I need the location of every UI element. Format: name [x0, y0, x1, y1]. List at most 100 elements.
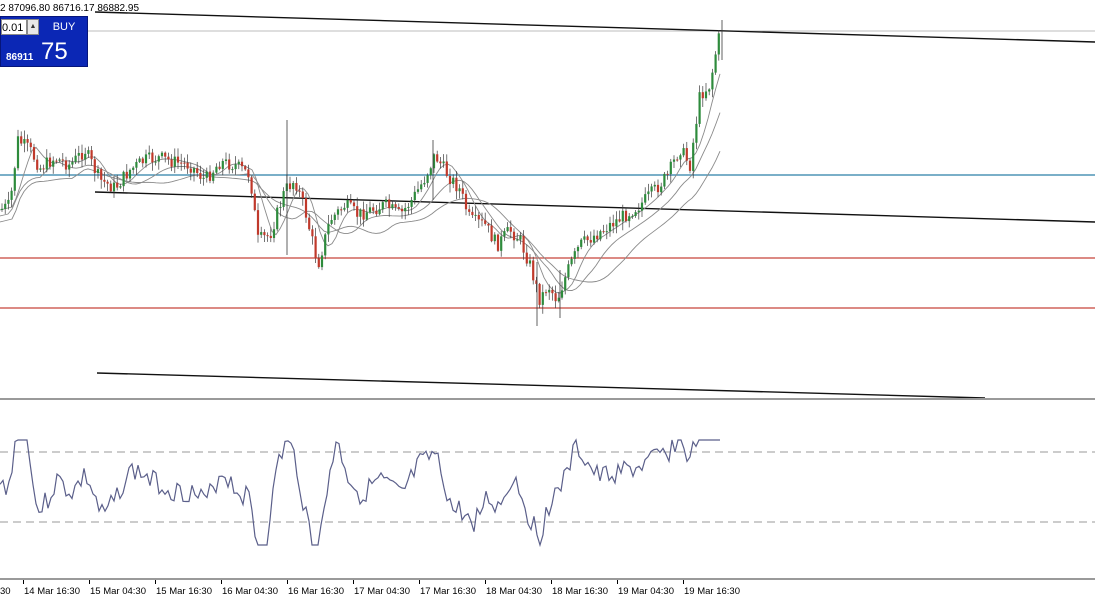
candle-body — [487, 223, 490, 226]
candle-body — [48, 157, 52, 167]
buy-price-pips: 75 — [41, 38, 68, 65]
candle-body — [292, 182, 295, 190]
candle-body — [199, 172, 202, 179]
candle-body — [474, 214, 477, 216]
candle-body — [548, 289, 551, 293]
candle-body — [660, 186, 663, 193]
candle-body — [106, 181, 109, 184]
candle-body — [500, 236, 503, 251]
candle-body — [125, 171, 128, 179]
time-label: 18 Mar 16:30 — [552, 586, 608, 597]
candle-body — [682, 148, 685, 156]
candle-body — [445, 161, 448, 176]
candle-body — [695, 123, 698, 143]
candle-body — [528, 260, 532, 264]
candle-body — [96, 169, 100, 173]
candle-body — [192, 168, 196, 173]
candle-body — [253, 193, 256, 211]
time-label: 16 Mar 04:30 — [222, 586, 278, 597]
candle-body — [282, 191, 285, 207]
candle-body — [352, 202, 356, 207]
candle-body — [404, 207, 407, 212]
candle-body — [372, 207, 375, 211]
candle-body — [151, 152, 154, 163]
candle-body — [519, 235, 522, 240]
time-tick — [683, 580, 684, 584]
candle-body — [477, 214, 480, 220]
rsi-indicator-panel — [0, 438, 1095, 548]
candle-body — [480, 219, 484, 221]
candle-body — [45, 157, 48, 170]
candle-body — [58, 159, 61, 161]
candle-body — [122, 171, 125, 187]
candle-body — [692, 142, 695, 171]
candle-body — [458, 188, 461, 192]
candle-body — [356, 206, 359, 217]
candle-body — [269, 235, 272, 239]
candle-body — [36, 159, 39, 170]
candle-body — [663, 173, 666, 187]
candle-body — [212, 172, 215, 181]
candle-body — [455, 177, 458, 192]
candle-body — [10, 190, 13, 200]
candle-body — [439, 161, 442, 164]
candle-body — [189, 168, 192, 173]
candle-body — [503, 231, 506, 237]
candle-body — [279, 206, 282, 208]
candle-body — [394, 204, 397, 208]
candle-body — [247, 169, 250, 178]
candle-body — [644, 194, 647, 203]
candle-body — [452, 177, 455, 185]
ma-medium — [0, 112, 721, 291]
candle-body — [295, 182, 298, 191]
candle-body — [685, 148, 688, 161]
candle-body — [196, 168, 199, 173]
candle-body — [391, 204, 394, 209]
candle-body — [240, 161, 244, 167]
candle-body — [288, 183, 292, 190]
candle-body — [631, 215, 634, 217]
candle-body — [215, 166, 218, 173]
candle-body — [698, 92, 701, 124]
ohlc-readout: 2 87096.80 86716.17 86882.95 — [0, 3, 140, 14]
candle-body — [311, 229, 314, 237]
candle-body — [208, 171, 212, 181]
candle-body — [410, 200, 413, 207]
candle-body — [343, 207, 346, 210]
time-tick — [485, 580, 486, 584]
trendline-lower[interactable] — [96, 372, 986, 399]
candle-body — [74, 155, 77, 162]
triangle-up-icon[interactable]: ▲ — [27, 19, 39, 35]
time-tick — [617, 580, 618, 584]
candle-body — [564, 277, 567, 291]
candle-body — [244, 166, 247, 170]
candle-body — [442, 161, 445, 164]
buy-button[interactable]: BUY — [41, 19, 87, 35]
candle-body — [628, 216, 631, 222]
candle-body — [128, 169, 132, 179]
candle-body — [234, 164, 237, 170]
candle-body — [0, 208, 4, 210]
trendline-upper[interactable] — [94, 11, 1095, 43]
candle-body — [656, 184, 660, 193]
candle-body — [701, 92, 704, 99]
candle-body — [666, 173, 669, 175]
time-tick — [221, 580, 222, 584]
candle-body — [87, 150, 90, 154]
candle-body — [317, 258, 320, 268]
candle-body — [148, 152, 151, 155]
time-tick — [287, 580, 288, 584]
candle-body — [423, 182, 426, 185]
lot-size-field[interactable]: 0.01 — [1, 19, 27, 35]
candle-body — [448, 175, 452, 185]
candle-body — [378, 209, 381, 215]
price-chart[interactable] — [0, 0, 1095, 600]
candle-body — [605, 231, 608, 233]
candle-body — [490, 225, 493, 242]
candle-body — [77, 152, 80, 156]
candle-body — [228, 159, 231, 170]
candle-body — [263, 232, 266, 236]
candle-body — [132, 167, 135, 170]
candle-body — [314, 236, 317, 259]
trendline-middle[interactable] — [94, 191, 1095, 223]
